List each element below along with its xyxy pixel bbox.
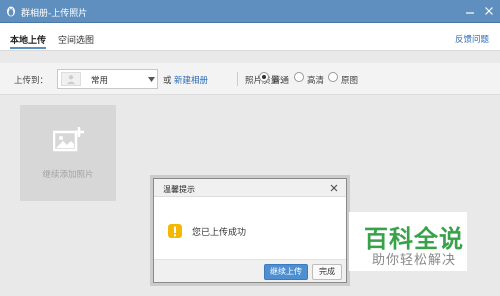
continue-upload-button[interactable]: 继续上传 [264, 264, 308, 280]
close-icon[interactable] [329, 183, 339, 193]
add-photo-tile[interactable]: 继续添加照片 [20, 105, 116, 201]
user-placeholder-icon [66, 75, 76, 85]
watermark-tagline: 助你轻松解决 [372, 253, 457, 268]
app-penguin-icon [7, 6, 15, 17]
success-dialog: 温馨提示 您已上传成功 继续上传 完成 [153, 178, 347, 283]
upload-options-bar: 上传到： 常用 或 新建相册 照片质量： 普通 高清 原图 [0, 63, 500, 95]
album-thumb [61, 72, 81, 86]
quality-hd-label[interactable]: 高清 [307, 74, 324, 86]
album-select[interactable]: 常用 [57, 69, 158, 89]
warning-icon [168, 224, 182, 238]
window-titlebar: 群相册-上传照片 [0, 0, 500, 23]
dialog-footer: 继续上传 完成 [154, 259, 346, 282]
divider [237, 72, 238, 86]
quality-original-radio[interactable] [328, 72, 338, 82]
done-button[interactable]: 完成 [312, 264, 342, 280]
tab-local-upload[interactable]: 本地上传 [10, 33, 47, 49]
quality-normal-radio[interactable] [259, 72, 269, 82]
dialog-title: 温馨提示 [163, 185, 195, 194]
album-selected-value: 常用 [91, 76, 109, 86]
tab-space-select[interactable]: 空间选图 [58, 33, 94, 46]
quality-original-label[interactable]: 原图 [341, 74, 358, 86]
tab-bar: 本地上传 空间选图 反馈问题 [0, 23, 500, 51]
close-window-icon[interactable] [483, 5, 495, 17]
quality-hd-radio[interactable] [294, 72, 304, 82]
feedback-link[interactable]: 反馈问题 [455, 33, 489, 45]
quality-normal-label[interactable]: 普通 [272, 74, 289, 86]
window-title: 群相册-上传照片 [21, 9, 88, 19]
new-album-link[interactable]: 新建相册 [174, 74, 208, 86]
watermark-logo: 百科全说 助你轻松解决 [349, 212, 467, 271]
chevron-down-icon [148, 77, 155, 82]
dialog-message: 您已上传成功 [192, 228, 247, 238]
upload-to-label: 上传到： [14, 76, 49, 86]
add-photo-label: 继续添加照片 [42, 170, 94, 180]
dialog-header: 温馨提示 [154, 179, 346, 197]
or-label: 或 [163, 76, 172, 86]
add-photo-icon [53, 127, 84, 152]
minimize-icon[interactable] [464, 5, 476, 17]
